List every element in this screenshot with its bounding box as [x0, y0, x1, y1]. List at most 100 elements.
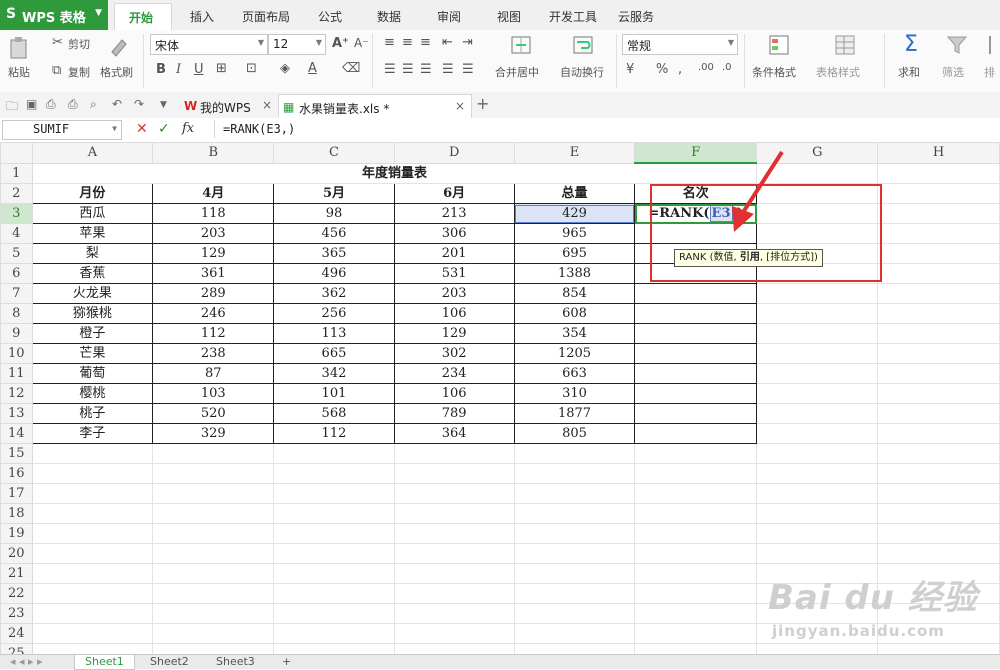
- row-header[interactable]: 13: [0, 403, 33, 424]
- cell[interactable]: [152, 643, 275, 654]
- cell[interactable]: [273, 463, 395, 484]
- cell[interactable]: [31, 603, 154, 624]
- table-cell[interactable]: 猕猴桃: [31, 303, 154, 324]
- column-header-d[interactable]: D: [393, 142, 515, 164]
- tab-data[interactable]: 数据: [377, 8, 401, 25]
- cell[interactable]: [273, 483, 395, 504]
- cell[interactable]: [152, 583, 275, 604]
- cell[interactable]: [756, 323, 879, 344]
- table-cell[interactable]: 364: [393, 423, 515, 444]
- print-icon[interactable]: ⎙: [68, 97, 78, 112]
- clear-format-icon[interactable]: ⌫: [342, 61, 360, 76]
- row-header[interactable]: 21: [0, 563, 33, 584]
- table-cell[interactable]: 854: [513, 283, 636, 304]
- cell[interactable]: [393, 443, 515, 464]
- font-size-select[interactable]: 12 ▼: [268, 34, 326, 55]
- cell[interactable]: [877, 223, 1000, 244]
- doc-tab-my-wps[interactable]: W 我的WPS ×: [180, 94, 276, 117]
- table-header-cell[interactable]: 4月: [152, 183, 275, 204]
- row-header[interactable]: 2: [0, 183, 33, 204]
- cell[interactable]: [756, 503, 879, 524]
- table-cell[interactable]: 火龙果: [31, 283, 154, 304]
- cell[interactable]: [393, 563, 515, 584]
- cell[interactable]: [877, 503, 1000, 524]
- table-cell[interactable]: 橙子: [31, 323, 154, 344]
- row-header[interactable]: 22: [0, 583, 33, 604]
- cell[interactable]: [877, 363, 1000, 384]
- column-header-c[interactable]: C: [273, 142, 395, 164]
- cell[interactable]: [756, 443, 879, 464]
- table-cell[interactable]: 桃子: [31, 403, 154, 424]
- table-cell[interactable]: 梨: [31, 243, 154, 264]
- bold-icon[interactable]: B: [156, 62, 166, 77]
- format-painter-icon[interactable]: [108, 36, 130, 61]
- table-cell[interactable]: 310: [513, 383, 636, 404]
- italic-icon[interactable]: I: [176, 62, 181, 77]
- row-header[interactable]: 12: [0, 383, 33, 404]
- indent-increase-icon[interactable]: ⇥: [462, 35, 473, 50]
- table-cell[interactable]: 118: [152, 203, 275, 224]
- tab-review[interactable]: 审阅: [437, 8, 461, 25]
- undo-icon[interactable]: ↶: [112, 97, 122, 111]
- rank-cell[interactable]: [634, 383, 758, 404]
- align-middle-icon[interactable]: ≡: [402, 35, 413, 50]
- cell[interactable]: [877, 283, 1000, 304]
- cell[interactable]: [877, 203, 1000, 224]
- table-cell[interactable]: 306: [393, 223, 515, 244]
- table-header-cell[interactable]: 总量: [513, 183, 636, 204]
- cell[interactable]: [273, 643, 395, 654]
- close-icon[interactable]: ×: [455, 99, 465, 113]
- cell[interactable]: [393, 483, 515, 504]
- table-style-button[interactable]: 表格样式: [816, 64, 860, 80]
- table-cell[interactable]: 葡萄: [31, 363, 154, 384]
- table-cell[interactable]: 608: [513, 303, 636, 324]
- row-header[interactable]: 15: [0, 443, 33, 464]
- cell[interactable]: [877, 523, 1000, 544]
- table-cell[interactable]: 256: [273, 303, 395, 324]
- row-header[interactable]: 16: [0, 463, 33, 484]
- cell[interactable]: [634, 503, 758, 524]
- filter-button[interactable]: 筛选: [942, 64, 964, 80]
- cell[interactable]: [513, 643, 636, 654]
- confirm-icon[interactable]: ✓: [158, 121, 170, 137]
- align-right-icon[interactable]: ☰: [420, 62, 432, 77]
- cell[interactable]: [31, 583, 154, 604]
- cell[interactable]: [393, 463, 515, 484]
- tab-home[interactable]: 开始: [114, 3, 172, 32]
- cell[interactable]: [513, 503, 636, 524]
- row-header[interactable]: 5: [0, 243, 33, 264]
- distribute-icon[interactable]: ☰: [462, 62, 474, 77]
- table-cell[interactable]: 789: [393, 403, 515, 424]
- table-cell[interactable]: 98: [273, 203, 395, 224]
- cell[interactable]: [877, 183, 1000, 204]
- cell[interactable]: [877, 443, 1000, 464]
- cell[interactable]: [273, 603, 395, 624]
- cell[interactable]: [31, 463, 154, 484]
- justify-icon[interactable]: ☰: [442, 62, 454, 77]
- tab-developer[interactable]: 开发工具: [549, 8, 597, 25]
- row-header[interactable]: 20: [0, 543, 33, 564]
- decrease-decimal-icon[interactable]: .0: [722, 62, 732, 73]
- cell[interactable]: [152, 463, 275, 484]
- row-header[interactable]: 23: [0, 603, 33, 624]
- row-header[interactable]: 6: [0, 263, 33, 284]
- cell[interactable]: [31, 563, 154, 584]
- borders-icon[interactable]: ⊞: [216, 61, 227, 76]
- cut-button[interactable]: 剪切: [68, 36, 90, 52]
- add-sheet-icon[interactable]: +: [272, 655, 301, 669]
- cell[interactable]: [513, 443, 636, 464]
- sum-button[interactable]: 求和: [898, 64, 920, 80]
- copy-button[interactable]: 复制: [68, 64, 90, 80]
- cell[interactable]: [634, 643, 758, 654]
- thousands-icon[interactable]: ,: [678, 62, 682, 77]
- cell[interactable]: [513, 543, 636, 564]
- table-cell[interactable]: 103: [152, 383, 275, 404]
- wrap-text-button[interactable]: 自动换行: [560, 64, 604, 80]
- doc-tab-spreadsheet[interactable]: ▦ 水果销量表.xls * ×: [278, 94, 472, 118]
- cell[interactable]: [513, 523, 636, 544]
- redo-icon[interactable]: ↷: [134, 97, 144, 111]
- table-cell[interactable]: 302: [393, 343, 515, 364]
- table-cell[interactable]: 362: [273, 283, 395, 304]
- row-header[interactable]: 25: [0, 643, 33, 654]
- table-cell[interactable]: 129: [393, 323, 515, 344]
